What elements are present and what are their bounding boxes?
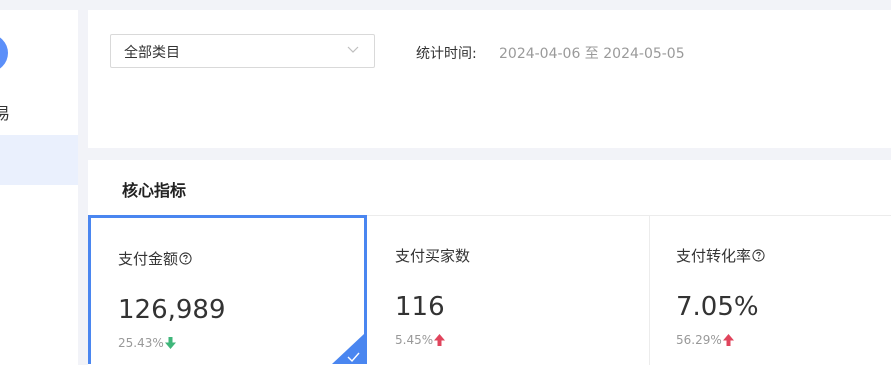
- metric-change: 5.45%: [395, 333, 434, 347]
- arrow-up-icon: [434, 334, 446, 346]
- metric-change-row: 5.45%: [395, 333, 446, 347]
- sidebar: 易: [0, 10, 78, 365]
- metric-label: 支付金额: [118, 250, 179, 268]
- sidebar-avatar[interactable]: [0, 34, 8, 72]
- help-icon[interactable]: [752, 249, 765, 262]
- metric-value: 7.05%: [676, 292, 759, 322]
- check-icon: [332, 334, 364, 364]
- metric-change: 56.29%: [676, 333, 722, 347]
- metric-label: 支付转化率: [676, 247, 752, 265]
- filter-card: 全部类目 统计时间: 2024-04-06 至 2024-05-05: [88, 10, 891, 148]
- sidebar-item-active[interactable]: [0, 135, 78, 185]
- metric-label-row: 支付金额: [118, 248, 192, 269]
- metric-value: 126,989: [118, 295, 226, 325]
- category-select-value: 全部类目: [124, 45, 180, 61]
- arrow-down-icon: [164, 337, 176, 349]
- category-select[interactable]: 全部类目: [110, 34, 375, 68]
- metric-change-row: 56.29%: [676, 333, 734, 347]
- core-metrics-card: 核心指标 支付金额 126,989 25.43% 支付买家数 116 5.45%: [88, 160, 891, 365]
- metric-change: 25.43%: [118, 336, 164, 350]
- sidebar-item-label[interactable]: 易: [0, 100, 10, 124]
- metric-card-pay-buyers[interactable]: 支付买家数 116 5.45%: [367, 216, 649, 365]
- chevron-down-icon: [347, 46, 359, 53]
- metric-value: 116: [395, 292, 445, 322]
- stat-date-range[interactable]: 2024-04-06 至 2024-05-05: [499, 43, 685, 63]
- section-title: 核心指标: [122, 181, 187, 200]
- metric-change-row: 25.43%: [118, 336, 176, 350]
- stat-time-label: 统计时间:: [416, 46, 477, 62]
- metric-card-conversion-rate[interactable]: 支付转化率 7.05% 56.29%: [649, 216, 891, 365]
- metric-card-pay-amount[interactable]: 支付金额 126,989 25.43%: [88, 215, 367, 364]
- help-icon[interactable]: [179, 252, 192, 265]
- arrow-up-icon: [722, 334, 734, 346]
- metric-label-row: 支付转化率: [676, 245, 765, 266]
- metric-label: 支付买家数: [395, 247, 471, 265]
